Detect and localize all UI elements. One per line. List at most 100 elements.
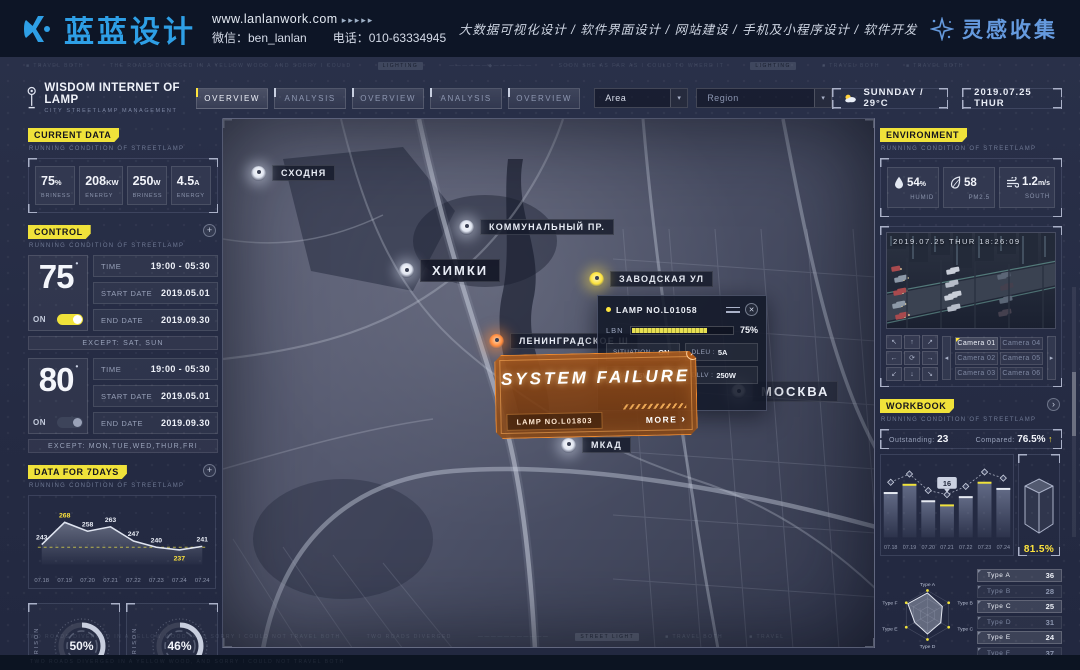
add-schedule-button[interactable]: + [203,224,216,237]
inspiration-collect[interactable]: 灵感收集 [930,14,1058,44]
footer-deco-text: TWO ROADS DIVERGED IN A YELLOW WOOD, AND… [30,659,345,665]
svg-text:07.23: 07.23 [149,578,164,584]
camera-01-button[interactable]: Camera 01 [955,337,998,350]
current-data-panel: CURRENT DATA RUNNING CONDITION OF STREET… [28,125,218,213]
stat-card-briness: 75% BRINESS [35,166,75,205]
expand-chart-button[interactable]: + [203,464,216,477]
svg-text:07.21: 07.21 [103,578,118,584]
city-map[interactable]: СХОДНЯ КОММУНАЛЬНЫЙ ПР. ХИМКИ ЗАВОДСКАЯ … [222,118,875,648]
svg-text:Type C: Type C [957,626,973,632]
lamp-pin-icon [589,272,604,287]
map-pin-khimki[interactable]: ХИМКИ [399,259,500,282]
time-row[interactable]: TIME19:00 - 05:30 [93,255,218,277]
control-panel: CONTROL + RUNNING CONDITION OF STREETLAM… [28,222,218,453]
page-subtitle: CITY STREETLAMP MANAGEMENT [44,108,196,114]
panel-subtitle: RUNNING CONDITION OF STREETLAMP [29,146,218,152]
lamp-pin-icon [489,334,504,349]
tab-overview-1[interactable]: OVERVIEW [196,88,268,109]
lamp-pin-icon [251,166,266,181]
end-date-row[interactable]: END DATE2019.09.30 [93,412,218,434]
type-row-f[interactable]: Type F37 [977,647,1062,656]
arrows-icon: ▸▸▸▸▸ [342,15,375,25]
svg-text:07.18: 07.18 [34,578,49,584]
close-icon[interactable] [745,303,758,316]
topbar-right: SUNNDAY / 29°C 2019.07.25 THUR [832,88,1062,109]
region-select[interactable]: Region [696,88,832,108]
type-row-c[interactable]: Type C25 [977,600,1062,613]
ptz-up-right-button[interactable]: ↗ [922,335,938,349]
camera-03-button[interactable]: Camera 03 [955,367,998,380]
map-pin-skhodnya[interactable]: СХОДНЯ [251,165,335,181]
chevron-down-icon [670,89,687,107]
end-date-row[interactable]: END DATE2019.09.30 [93,309,218,331]
time-row[interactable]: TIME19:00 - 05:30 [93,358,218,380]
except-days-bar: EXCEPT: SAT, SUN [28,336,218,350]
svg-text:07.20: 07.20 [80,578,95,584]
camera-next-button[interactable]: ▸ [1047,336,1056,380]
current-data-cards: 75% BRINESS 208KW ENERGY 250W BRINESS 4.… [28,158,218,213]
date-text: 2019.07.25 THUR [974,87,1050,109]
more-button[interactable]: MORE [646,413,687,426]
tab-analysis-1[interactable]: ANALYSIS [274,88,346,109]
camera-02-button[interactable]: Camera 02 [955,352,998,365]
workbook-cube-box: 81.5% [1018,454,1060,556]
type-row-b[interactable]: Type B28 [977,585,1062,598]
type-list: Type A36 Type B28 Type C25 Type D31 Type… [977,565,1062,655]
area-select[interactable]: Area [594,88,688,108]
lbn-progress-fill [632,328,707,333]
power-toggle[interactable] [57,417,83,428]
type-row-a[interactable]: Type A36 [977,569,1062,582]
type-row-d[interactable]: Type D31 [977,616,1062,629]
system-failure-alert: SYSTEM FAILURE LAMP NO.L01803 MORE [494,351,698,439]
tab-overview-2[interactable]: OVERVIEW [352,88,424,109]
tab-overview-3[interactable]: OVERVIEW [508,88,580,109]
on-label: ON [33,418,46,427]
svg-text:240: 240 [151,537,163,544]
map-pin-kommunalny[interactable]: КОММУНАЛЬНЫЙ ПР. [459,219,614,235]
gauge-value: 50% [69,639,93,653]
ptz-down-right-button[interactable]: ↘ [922,367,938,381]
control-group-2: 80 ON TIME19:00 - 05:30 START DATE2019.0… [28,358,218,434]
right-sidebar: ENVIRONMENT RUNNING CONDITION OF STREETL… [880,125,1062,655]
type-radar-chart: Type AType BType CType DType EType F [880,565,975,655]
ptz-down-button[interactable]: ↓ [904,367,920,381]
brand-logo[interactable]: 蓝蓝设计 [22,7,196,51]
ptz-up-button[interactable]: ↑ [904,335,920,349]
svg-text:07.20: 07.20 [922,545,935,551]
camera-05-button[interactable]: Camera 05 [1000,352,1043,365]
camera-video-feed[interactable]: 2019.07.25 THUR 18:26:09 [886,232,1056,329]
svg-text:258: 258 [82,521,94,528]
power-toggle[interactable] [57,314,83,325]
start-date-row[interactable]: START DATE2019.05.01 [93,282,218,304]
svg-text:07.23: 07.23 [978,545,991,551]
camera-06-button[interactable]: Camera 06 [1000,367,1043,380]
start-date-row[interactable]: START DATE2019.05.01 [93,385,218,407]
tab-analysis-2[interactable]: ANALYSIS [430,88,502,109]
lbn-progress-bar[interactable] [630,326,734,335]
ptz-left-button[interactable]: ← [886,351,902,365]
wechat-label: 微信：ben_lanlan [212,31,307,45]
environment-tag: ENVIRONMENT [880,128,967,142]
brightness-value-box: 75 ON [28,255,88,331]
sliders-icon[interactable] [726,305,740,315]
ptz-refresh-button[interactable]: ⟳ [904,351,920,365]
camera-prev-button[interactable]: ◂ [942,336,951,380]
workbook-more-button[interactable]: › [1047,398,1060,411]
type-radar-section: Type AType BType CType DType EType F Typ… [880,565,1062,655]
camera-04-button[interactable]: Camera 04 [1000,337,1043,350]
ptz-down-left-button[interactable]: ↙ [886,367,902,381]
lbn-value: 75% [740,325,758,335]
svg-text:07.24: 07.24 [172,578,187,584]
lanlan-logo-icon [22,14,56,44]
video-timestamp: 2019.07.25 THUR 18:26:09 [893,237,1021,246]
vertical-scrollbar[interactable] [1072,287,1076,537]
brand-logo-text: 蓝蓝设计 [64,7,196,51]
ptz-right-button[interactable]: → [922,351,938,365]
collect-label: 灵感收集 [962,14,1058,44]
map-pin-mkad[interactable]: МКАД [561,437,631,453]
map-pin-zavodskaya[interactable]: ЗАВОДСКАЯ УЛ [589,271,713,287]
date-box: 2019.07.25 THUR [962,88,1062,109]
svg-text:Type D: Type D [920,644,936,650]
ptz-up-left-button[interactable]: ↖ [886,335,902,349]
website-line[interactable]: www.lanlanwork.com ▸▸▸▸▸ [212,10,446,29]
